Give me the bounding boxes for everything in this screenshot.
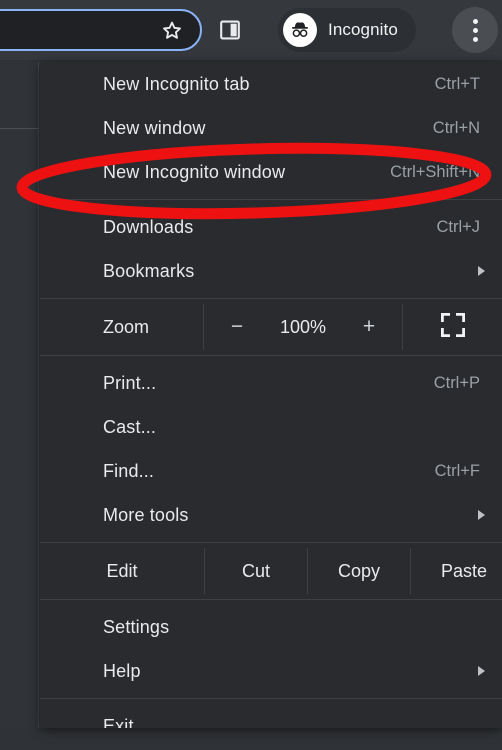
menu-item-label: Bookmarks bbox=[103, 260, 195, 281]
menu-item-label: New Incognito tab bbox=[103, 73, 250, 94]
menu-separator bbox=[40, 599, 502, 600]
menu-row-zoom: Zoom − 100% + bbox=[40, 304, 502, 350]
profile-incognito-button[interactable]: Incognito bbox=[278, 8, 416, 52]
menu-item-downloads[interactable]: Downloads Ctrl+J bbox=[40, 205, 502, 249]
bookmark-star-icon[interactable] bbox=[160, 19, 184, 43]
zoom-controls: − 100% + bbox=[204, 304, 402, 350]
menu-section-settings: Settings Help bbox=[40, 605, 502, 693]
three-dot-menu-icon[interactable] bbox=[452, 7, 498, 53]
menu-section-exit: Exit bbox=[40, 704, 502, 729]
menu-item-label: Settings bbox=[103, 616, 170, 637]
zoom-label-cell: Zoom bbox=[40, 304, 203, 350]
menu-item-shortcut: Ctrl+T bbox=[434, 74, 480, 93]
menu-item-label: Find... bbox=[103, 460, 155, 481]
menu-item-settings[interactable]: Settings bbox=[40, 605, 502, 649]
menu-item-new-window[interactable]: New window Ctrl+N bbox=[40, 106, 502, 150]
incognito-spy-icon bbox=[283, 13, 317, 47]
menu-section-new: New Incognito tab Ctrl+T New window Ctrl… bbox=[40, 62, 502, 194]
menu-separator bbox=[40, 355, 502, 356]
menu-item-label: Exit bbox=[103, 715, 134, 729]
menu-item-shortcut: Ctrl+F bbox=[434, 461, 480, 480]
zoom-level-value: 100% bbox=[279, 316, 327, 337]
chevron-right-icon bbox=[478, 510, 485, 520]
menu-item-label: New Incognito window bbox=[103, 161, 286, 182]
menu-item-bookmarks[interactable]: Bookmarks bbox=[40, 249, 502, 293]
menu-item-new-incognito-tab[interactable]: New Incognito tab Ctrl+T bbox=[40, 62, 502, 106]
menu-separator bbox=[40, 542, 502, 543]
fullscreen-icon[interactable] bbox=[440, 312, 466, 343]
menu-item-label: Downloads bbox=[103, 216, 194, 237]
menu-item-shortcut: Ctrl+J bbox=[436, 217, 480, 236]
menu-separator bbox=[40, 199, 502, 200]
menu-item-find[interactable]: Find... Ctrl+F bbox=[40, 449, 502, 493]
edit-cut-button[interactable]: Cut bbox=[205, 548, 307, 594]
menu-item-more-tools[interactable]: More tools bbox=[40, 493, 502, 537]
menu-section-library: Downloads Ctrl+J Bookmarks bbox=[40, 205, 502, 293]
menu-item-label: New window bbox=[103, 117, 206, 138]
menu-item-print[interactable]: Print... Ctrl+P bbox=[40, 361, 502, 405]
side-panel-icon[interactable] bbox=[218, 18, 242, 42]
chevron-right-icon bbox=[478, 666, 485, 676]
chrome-app-menu[interactable]: New Incognito tab Ctrl+T New window Ctrl… bbox=[40, 62, 502, 728]
menu-item-label: Cast... bbox=[103, 416, 157, 437]
menu-item-label: Print... bbox=[103, 372, 157, 393]
menu-item-cast[interactable]: Cast... bbox=[40, 405, 502, 449]
fullscreen-cell bbox=[403, 304, 502, 350]
zoom-out-button[interactable]: − bbox=[211, 315, 263, 339]
profile-label: Incognito bbox=[328, 20, 398, 39]
menu-separator bbox=[40, 698, 502, 699]
menu-row-edit: Edit Cut Copy Paste bbox=[40, 548, 502, 594]
zoom-label: Zoom bbox=[103, 316, 150, 337]
menu-item-label: Help bbox=[103, 660, 141, 681]
menu-dot bbox=[472, 27, 478, 33]
menu-item-shortcut: Ctrl+P bbox=[433, 373, 480, 392]
page-left-region-bottom bbox=[0, 129, 39, 728]
edit-label: Edit bbox=[106, 560, 138, 581]
menu-item-help[interactable]: Help bbox=[40, 649, 502, 693]
menu-item-exit[interactable]: Exit bbox=[40, 704, 502, 729]
page-left-region-top bbox=[0, 62, 39, 128]
edit-paste-button[interactable]: Paste bbox=[411, 548, 502, 594]
menu-section-tools: Print... Ctrl+P Cast... Find... Ctrl+F M… bbox=[40, 361, 502, 537]
menu-item-shortcut: Ctrl+N bbox=[432, 118, 480, 137]
menu-separator bbox=[40, 298, 502, 299]
menu-item-label: More tools bbox=[103, 504, 189, 525]
edit-copy-button[interactable]: Copy bbox=[308, 548, 410, 594]
menu-dot bbox=[472, 18, 478, 24]
chevron-right-icon bbox=[478, 266, 485, 276]
menu-dot bbox=[472, 36, 478, 42]
menu-item-shortcut: Ctrl+Shift+N bbox=[390, 162, 480, 181]
menu-item-new-incognito-window[interactable]: New Incognito window Ctrl+Shift+N bbox=[40, 150, 502, 194]
zoom-in-button[interactable]: + bbox=[343, 315, 395, 339]
